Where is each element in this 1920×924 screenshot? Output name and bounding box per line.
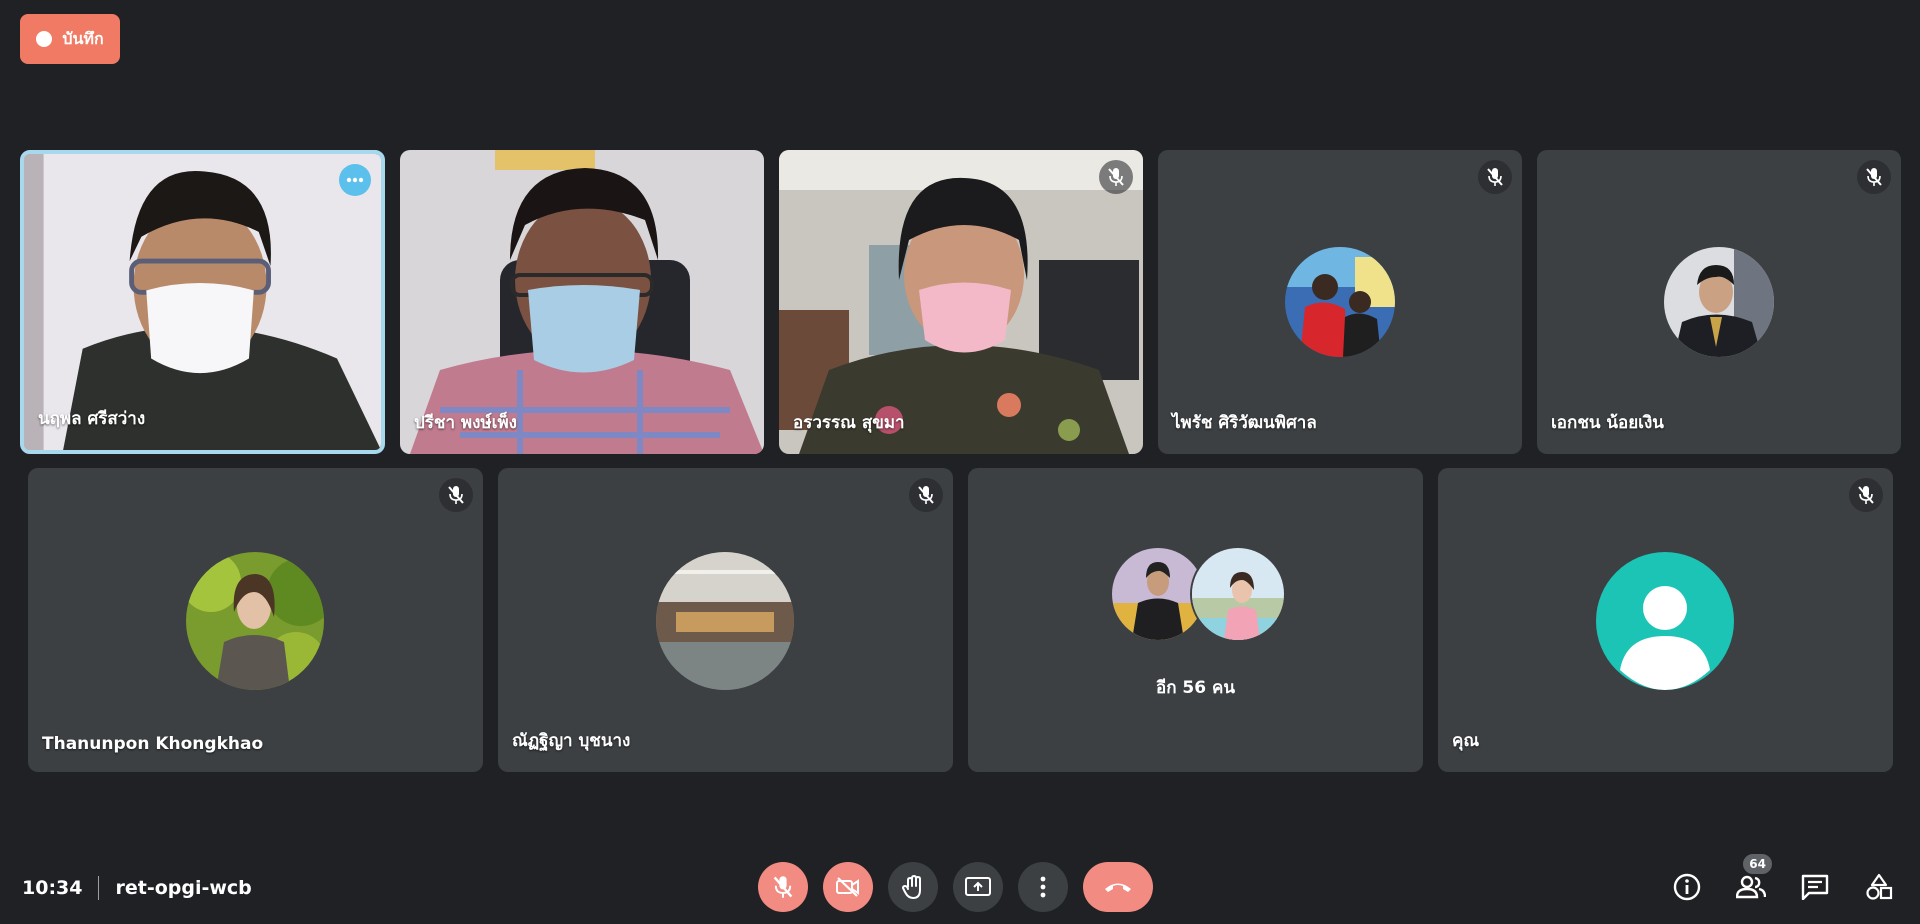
- participant-count-badge: 64: [1741, 852, 1774, 876]
- people-icon: [1736, 875, 1766, 899]
- record-dot-icon: [36, 31, 53, 47]
- meeting-time: 10:34: [22, 877, 83, 899]
- raise-hand-button[interactable]: [888, 862, 938, 912]
- participant-name: นฤพล ศรีสว่าง: [38, 409, 146, 429]
- toggle-camera-button[interactable]: [823, 862, 873, 912]
- meeting-details: 10:34 ret-opgi-wcb: [22, 864, 252, 912]
- info-icon: [1673, 873, 1701, 901]
- recording-badge[interactable]: บันทึก: [20, 14, 120, 64]
- participant-name: เอกชน น้อยเงิน: [1551, 413, 1664, 433]
- avatar: [1190, 546, 1286, 642]
- self-tile[interactable]: คุณ: [1438, 468, 1893, 772]
- side-panel-controls: 64: [1666, 852, 1900, 912]
- more-options-icon: [1040, 876, 1046, 898]
- others-count-label: อีก 56 คน: [1156, 678, 1235, 698]
- avatar: [1664, 247, 1774, 357]
- raise-hand-icon: [902, 875, 921, 899]
- more-options-button[interactable]: [1018, 862, 1068, 912]
- activities-button[interactable]: [1858, 866, 1900, 908]
- meeting-details-button[interactable]: [1666, 866, 1708, 908]
- participant-name: ปรีชา พงษ์เพ็ง: [414, 413, 517, 433]
- people-button[interactable]: 64: [1730, 852, 1774, 908]
- camera-off-icon: [836, 877, 859, 897]
- mic-off-icon: [773, 876, 793, 898]
- participant-tile-2[interactable]: ปรีชา พงษ์เพ็ง: [400, 150, 764, 454]
- participant-tile-7[interactable]: ณัฏฐิญา บุชนาง: [498, 468, 953, 772]
- participant-name: ไพรัช ศิริวัฒนพิศาล: [1172, 413, 1317, 433]
- recording-label: บันทึก: [62, 28, 104, 48]
- mic-off-icon: [909, 478, 943, 512]
- participant-name: คุณ: [1452, 731, 1480, 751]
- participant-tile-5[interactable]: เอกชน น้อยเงิน: [1537, 150, 1901, 454]
- mic-off-icon: [1857, 160, 1891, 194]
- divider: [98, 876, 100, 900]
- hang-up-icon: [1105, 883, 1131, 892]
- participant-name: ณัฏฐิญา บุชนาง: [512, 731, 631, 751]
- mic-off-icon: [1099, 160, 1133, 194]
- mic-off-icon: [1849, 478, 1883, 512]
- avatar: [1285, 247, 1395, 357]
- chat-button[interactable]: [1794, 866, 1836, 908]
- participant-tile-1[interactable]: นฤพล ศรีสว่าง: [20, 150, 385, 454]
- mic-off-icon: [1478, 160, 1512, 194]
- present-screen-icon: [965, 877, 991, 896]
- mic-off-icon: [439, 478, 473, 512]
- toggle-mic-button[interactable]: [758, 862, 808, 912]
- avatar: [1596, 552, 1734, 690]
- participant-name: Thanunpon Khongkhao: [42, 734, 264, 754]
- avatar: [186, 552, 324, 690]
- present-screen-button[interactable]: [953, 862, 1003, 912]
- call-controls: [758, 862, 1153, 912]
- participant-name: อรวรรณ สุขมา: [793, 413, 905, 433]
- participant-tile-3[interactable]: อรวรรณ สุขมา: [779, 150, 1143, 454]
- others-tile[interactable]: อีก 56 คน: [968, 468, 1423, 772]
- chat-icon: [1801, 874, 1829, 900]
- avatar: [656, 552, 794, 690]
- more-options-dots-icon[interactable]: [339, 164, 371, 196]
- meeting-code[interactable]: ret-opgi-wcb: [115, 877, 251, 899]
- participant-tile-6[interactable]: Thanunpon Khongkhao: [28, 468, 483, 772]
- activities-icon: [1866, 873, 1893, 900]
- leave-call-button[interactable]: [1083, 862, 1153, 912]
- participant-tile-4[interactable]: ไพรัช ศิริวัฒนพิศาล: [1158, 150, 1522, 454]
